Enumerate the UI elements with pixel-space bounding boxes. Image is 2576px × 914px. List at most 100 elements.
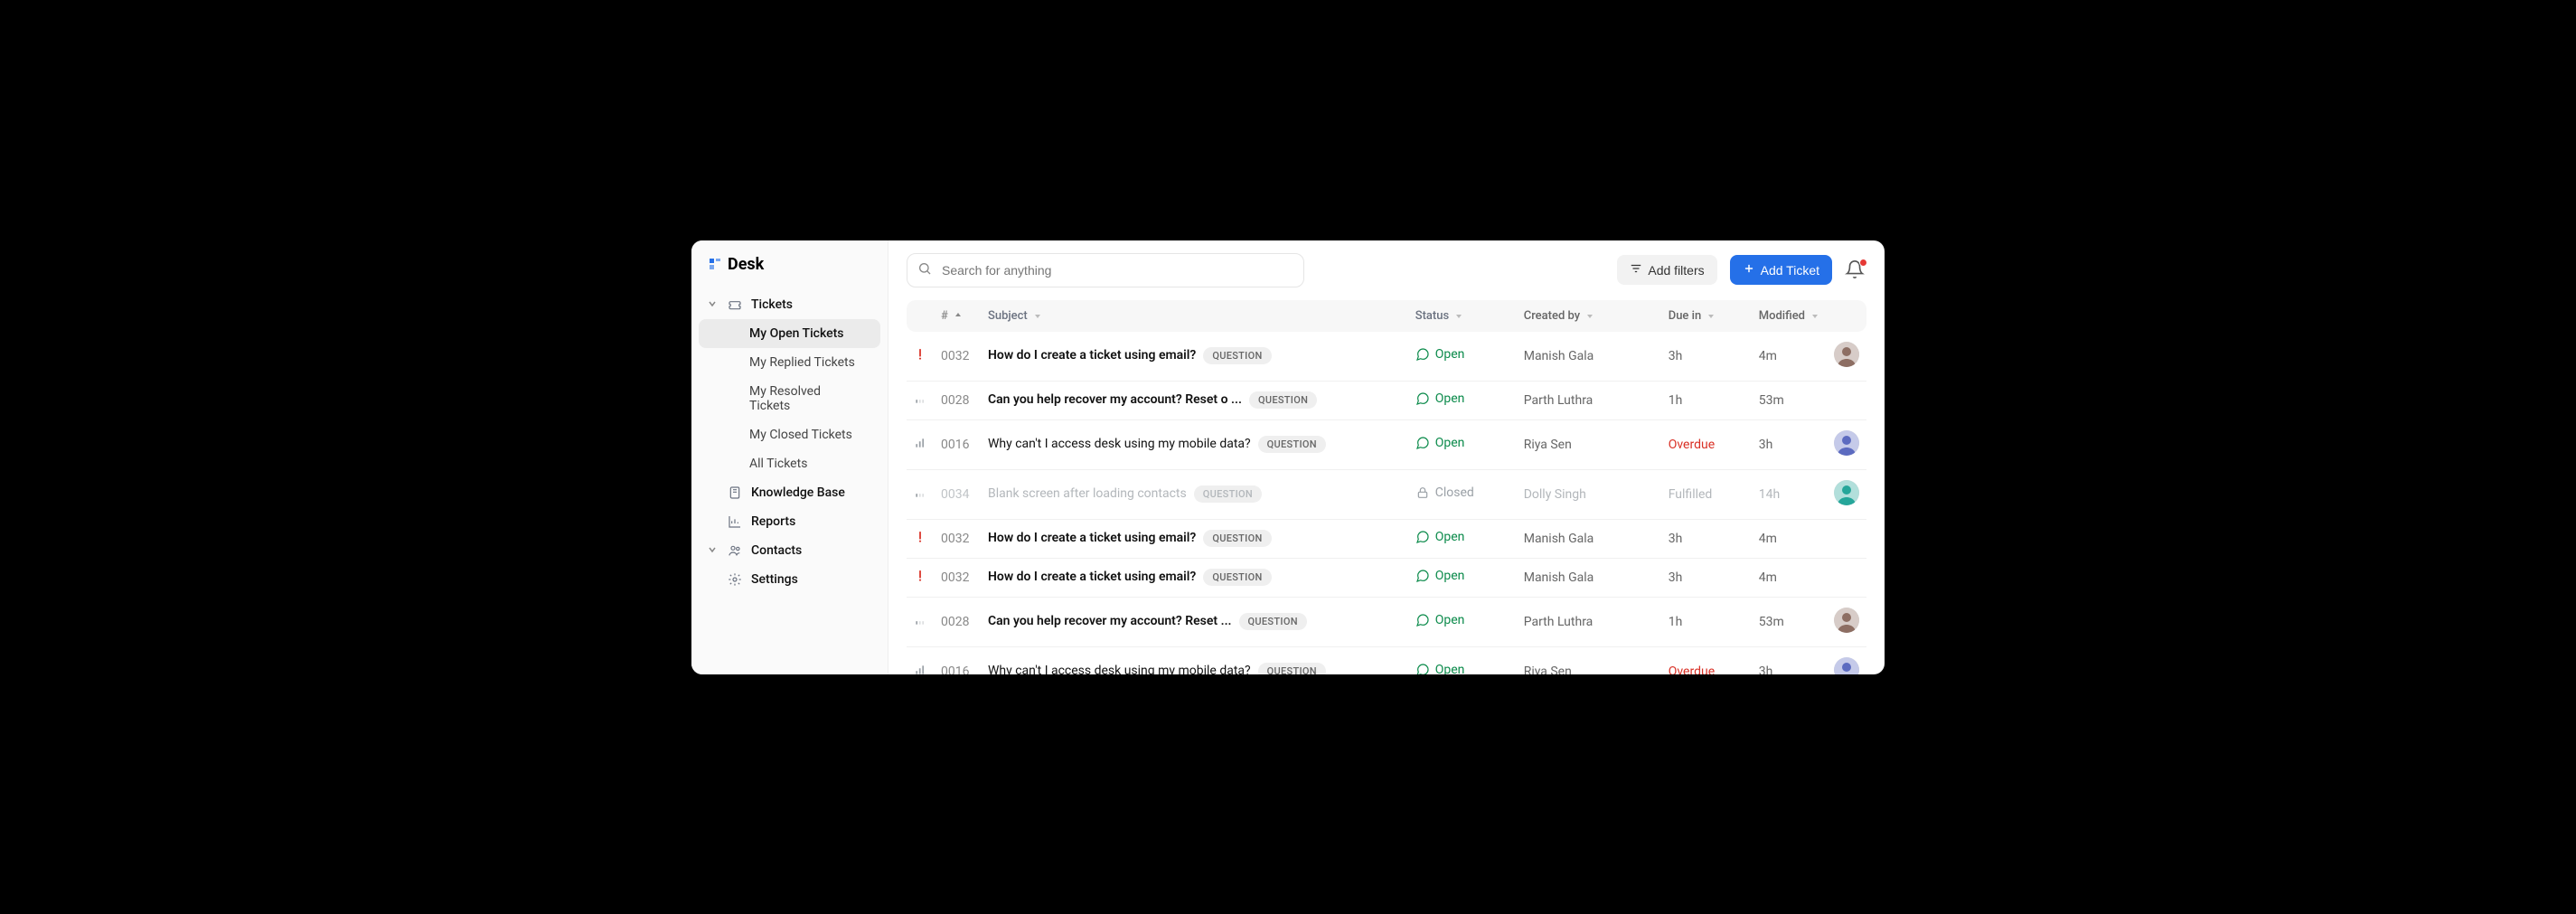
priority-high-icon	[914, 664, 926, 674]
ticket-icon	[728, 297, 742, 312]
avatar[interactable]	[1834, 608, 1859, 633]
ticket-subject: Why can't I access desk using my mobile …	[988, 437, 1251, 451]
column-created-by-label: Created by	[1524, 309, 1580, 323]
column-due-in[interactable]: Due in	[1661, 300, 1752, 332]
ticket-subject: Can you help recover my account? Reset o…	[988, 392, 1242, 407]
brand-name: Desk	[728, 255, 764, 274]
status-label: Open	[1435, 391, 1465, 406]
brand-logo-icon	[708, 257, 722, 271]
table-row[interactable]: 0032How do I create a ticket using email…	[907, 519, 1866, 558]
sidebar-item-my-replied-tickets[interactable]: My Replied Tickets	[699, 348, 880, 377]
table-row[interactable]: 0034Blank screen after loading contactsQ…	[907, 469, 1866, 519]
ticket-subject: Can you help recover my account? Reset .…	[988, 614, 1232, 628]
table-row[interactable]: 0028Can you help recover my account? Res…	[907, 597, 1866, 646]
ticket-type-badge: QUESTION	[1203, 347, 1271, 364]
ticket-type-badge: QUESTION	[1203, 569, 1271, 586]
status-badge: Closed	[1415, 485, 1474, 500]
sidebar-group-label: Tickets	[751, 297, 793, 312]
sidebar-group-reports[interactable]: Reports	[691, 507, 888, 536]
sidebar: Desk Tickets My Open TicketsMy Replied Ti…	[691, 240, 888, 674]
created-by: Riya Sen	[1517, 646, 1661, 674]
bell-icon	[1845, 259, 1865, 279]
modified: 3h	[1752, 646, 1827, 674]
status-label: Open	[1435, 613, 1465, 627]
search-icon	[917, 261, 932, 279]
tickets-table: # Subject Status	[907, 300, 1866, 674]
add-filters-label: Add filters	[1648, 263, 1704, 278]
status-label: Open	[1435, 347, 1465, 362]
modified: 3h	[1752, 419, 1827, 469]
column-number[interactable]: #	[934, 300, 981, 332]
app-window: Desk Tickets My Open TicketsMy Replied Ti…	[691, 240, 1885, 674]
notifications-button[interactable]	[1845, 259, 1866, 281]
ticket-number: 0016	[934, 419, 981, 469]
created-by: Dolly Singh	[1517, 469, 1661, 519]
ticket-type-badge: QUESTION	[1203, 530, 1271, 547]
gear-icon	[728, 572, 742, 587]
column-created-by[interactable]: Created by	[1517, 300, 1661, 332]
column-status-label: Status	[1415, 309, 1449, 323]
sidebar-item-my-resolved-tickets[interactable]: My Resolved Tickets	[699, 377, 880, 420]
due-in: 1h	[1661, 597, 1752, 646]
search	[907, 253, 1304, 287]
table-row[interactable]: 0032 How do I create a ticket using email…	[907, 558, 1866, 597]
status-badge: Open	[1415, 613, 1465, 627]
due-in: 1h	[1661, 381, 1752, 419]
status-badge: Open	[1415, 569, 1465, 583]
sidebar-item-my-closed-tickets[interactable]: My Closed Tickets	[699, 420, 880, 449]
sidebar-group-label: Reports	[751, 514, 795, 529]
ticket-number: 0028	[934, 381, 981, 419]
status-label: Open	[1435, 530, 1465, 544]
sidebar-item-my-open-tickets[interactable]: My Open Tickets	[699, 319, 880, 348]
table-row[interactable]: 0016Why can't I access desk using my mob…	[907, 646, 1866, 674]
sort-icon	[1454, 311, 1463, 320]
ticket-type-badge: QUESTION	[1249, 391, 1317, 409]
ticket-number: 0032	[934, 519, 981, 558]
priority-high-icon	[914, 437, 926, 449]
ticket-subject-cell: Can you help recover my account? Reset o…	[981, 381, 1408, 419]
column-status[interactable]: Status	[1408, 300, 1517, 332]
table-header-row: # Subject Status	[907, 300, 1866, 332]
sidebar-group-settings[interactable]: Settings	[691, 565, 888, 594]
sidebar-group-label: Contacts	[751, 543, 802, 558]
ticket-subject-cell: How do I create a ticket using email?QUE…	[981, 519, 1408, 558]
due-in: 3h	[1661, 558, 1752, 597]
due-in: 3h	[1661, 519, 1752, 558]
column-subject[interactable]: Subject	[981, 300, 1408, 332]
tickets-table-wrap: # Subject Status	[888, 300, 1885, 674]
status-badge: Open	[1415, 391, 1465, 406]
due-in: Fulfilled	[1661, 469, 1752, 519]
ticket-subject-cell: Can you help recover my account? Reset .…	[981, 597, 1408, 646]
book-icon	[728, 485, 742, 500]
ticket-type-badge: QUESTION	[1239, 613, 1307, 630]
created-by: Parth Luthra	[1517, 597, 1661, 646]
avatar[interactable]	[1834, 480, 1859, 505]
add-filters-button[interactable]: Add filters	[1617, 255, 1716, 285]
avatar[interactable]	[1834, 657, 1859, 674]
add-ticket-button[interactable]: Add Ticket	[1730, 255, 1832, 285]
search-input[interactable]	[907, 253, 1304, 287]
table-row[interactable]: 0028 Can you help recover my account? Res…	[907, 381, 1866, 419]
priority-low-icon	[914, 392, 926, 405]
sidebar-group-contacts[interactable]: Contacts	[691, 536, 888, 565]
chevron-down-icon	[708, 543, 719, 558]
main: Add filters Add Ticket #	[888, 240, 1885, 674]
table-row[interactable]: 0016 Why can't I access desk using my mob…	[907, 419, 1866, 469]
avatar[interactable]	[1834, 342, 1859, 367]
sidebar-group-tickets[interactable]: Tickets	[691, 290, 888, 319]
sort-icon	[1585, 311, 1594, 320]
ticket-subject: Blank screen after loading contacts	[988, 486, 1187, 501]
sidebar-group-knowledge-base[interactable]: Knowledge Base	[691, 478, 888, 507]
avatar[interactable]	[1834, 430, 1859, 456]
ticket-number: 0032	[934, 558, 981, 597]
status-badge: Open	[1415, 530, 1465, 544]
ticket-number: 0034	[934, 469, 981, 519]
contacts-icon	[728, 543, 742, 558]
ticket-subject: How do I create a ticket using email?	[988, 570, 1196, 584]
column-priority[interactable]	[907, 300, 934, 332]
column-modified[interactable]: Modified	[1752, 300, 1827, 332]
table-row[interactable]: 0032How do I create a ticket using email…	[907, 332, 1866, 382]
sidebar-item-all-tickets[interactable]: All Tickets	[699, 449, 880, 478]
modified: 4m	[1752, 519, 1827, 558]
status-label: Closed	[1435, 485, 1474, 500]
